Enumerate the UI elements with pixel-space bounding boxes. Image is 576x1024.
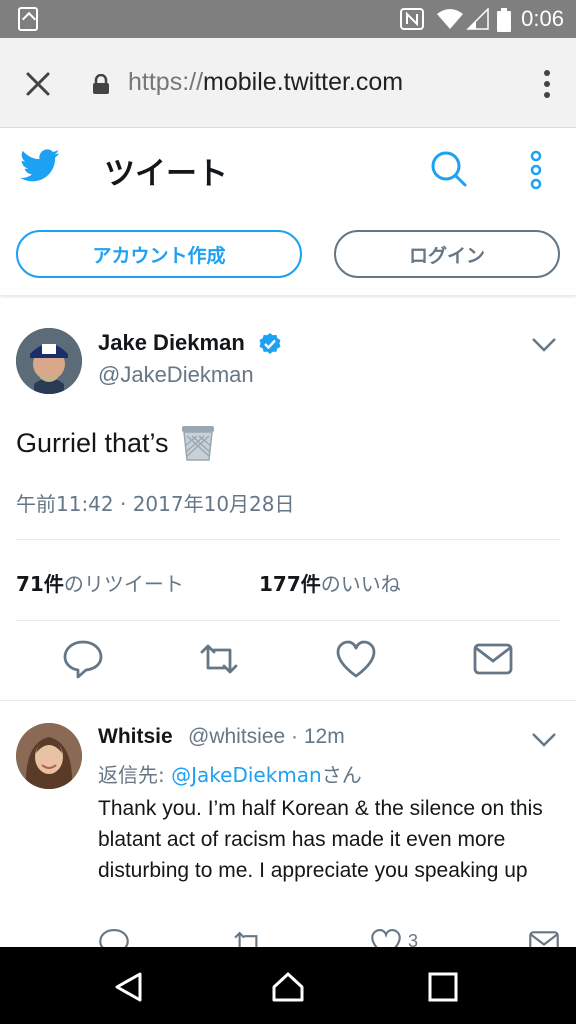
reply-avatar[interactable]: [16, 723, 82, 789]
more-options-icon[interactable]: [526, 150, 546, 190]
retweet-count: 71件: [16, 572, 64, 596]
twitter-header: ツイート アカウント作成 ログイン: [0, 128, 576, 296]
status-bar: 0:06: [0, 0, 576, 38]
direct-message-icon[interactable]: [528, 927, 560, 947]
wastebasket-emoji-icon: [181, 426, 214, 461]
wifi-icon: [437, 9, 463, 29]
search-icon[interactable]: [430, 150, 468, 188]
reply-to-suffix: さん: [321, 763, 362, 787]
like-count: 177件: [259, 572, 321, 596]
tweet-text: Gurriel that’s: [16, 424, 217, 462]
reply-to-prefix: 返信先:: [98, 763, 172, 787]
divider: [16, 539, 560, 540]
nfc-icon: [400, 8, 424, 30]
reply-icon[interactable]: [62, 638, 104, 680]
main-tweet: Jake Diekman @JakeDiekman Gurriel that’s…: [0, 298, 576, 698]
like-heart-icon[interactable]: [335, 638, 377, 680]
page-title: ツイート: [104, 156, 228, 192]
verified-badge-icon: [259, 333, 281, 354]
chevron-down-icon[interactable]: [530, 731, 558, 749]
author-handle[interactable]: @JakeDiekman: [98, 362, 254, 388]
reply-actions: 3: [0, 927, 576, 947]
reply-author-name[interactable]: Whitsie: [98, 725, 173, 749]
retweet-icon[interactable]: [232, 927, 264, 947]
lock-icon: [93, 74, 109, 94]
like-label: のいいね: [320, 572, 401, 596]
back-icon[interactable]: [112, 971, 146, 1003]
reply-text: Thank you. I’m half Korean & the silence…: [98, 797, 543, 882]
retweet-stat[interactable]: 71件のリツイート: [16, 568, 259, 597]
battery-icon: [497, 8, 511, 32]
close-icon[interactable]: [22, 68, 54, 100]
status-time: 0:06: [521, 6, 564, 31]
login-button[interactable]: ログイン: [334, 230, 560, 278]
tweet-stats: 71件のリツイート 177件のいいね: [16, 568, 401, 597]
screenshot-icon: [18, 7, 38, 31]
url-field[interactable]: https://mobile.twitter.com: [128, 68, 403, 97]
signup-button[interactable]: アカウント作成: [16, 230, 302, 278]
tweet-timestamp: 午前11:42 · 2017年10月28日: [16, 492, 295, 516]
android-nav-bar: [0, 947, 576, 1024]
reply-tweet[interactable]: Whitsie @whitsiee · 12m 返信先: @JakeDiekma…: [0, 701, 576, 947]
direct-message-icon[interactable]: [472, 638, 514, 680]
divider: [16, 620, 560, 621]
reply-author-handle[interactable]: @whitsiee · 12m: [188, 725, 345, 749]
like-stat[interactable]: 177件のいいね: [259, 568, 401, 597]
tweet-text-content: Gurriel that’s: [16, 427, 169, 458]
author-name[interactable]: Jake Diekman: [98, 330, 245, 356]
reply-like-count: 3: [408, 931, 419, 947]
home-icon[interactable]: [271, 971, 305, 1003]
avatar[interactable]: [16, 328, 82, 394]
reply-to-line: 返信先: @JakeDiekmanさん: [98, 759, 362, 788]
browser-url-bar: https://mobile.twitter.com: [0, 38, 576, 128]
like-heart-icon[interactable]: [370, 927, 402, 947]
tweet-actions: [0, 638, 576, 684]
recent-apps-icon[interactable]: [426, 971, 460, 1003]
chevron-down-icon[interactable]: [530, 336, 558, 354]
signal-icon: [466, 8, 489, 30]
url-host: mobile.twitter.com: [203, 68, 404, 96]
twitter-bird-icon[interactable]: [20, 148, 60, 184]
reply-icon[interactable]: [98, 927, 130, 947]
retweet-label: のリツイート: [63, 572, 184, 596]
url-scheme: https://: [128, 68, 204, 96]
reply-to-link[interactable]: @JakeDiekman: [171, 763, 322, 787]
browser-menu-icon[interactable]: [544, 70, 550, 98]
retweet-icon[interactable]: [198, 638, 240, 680]
